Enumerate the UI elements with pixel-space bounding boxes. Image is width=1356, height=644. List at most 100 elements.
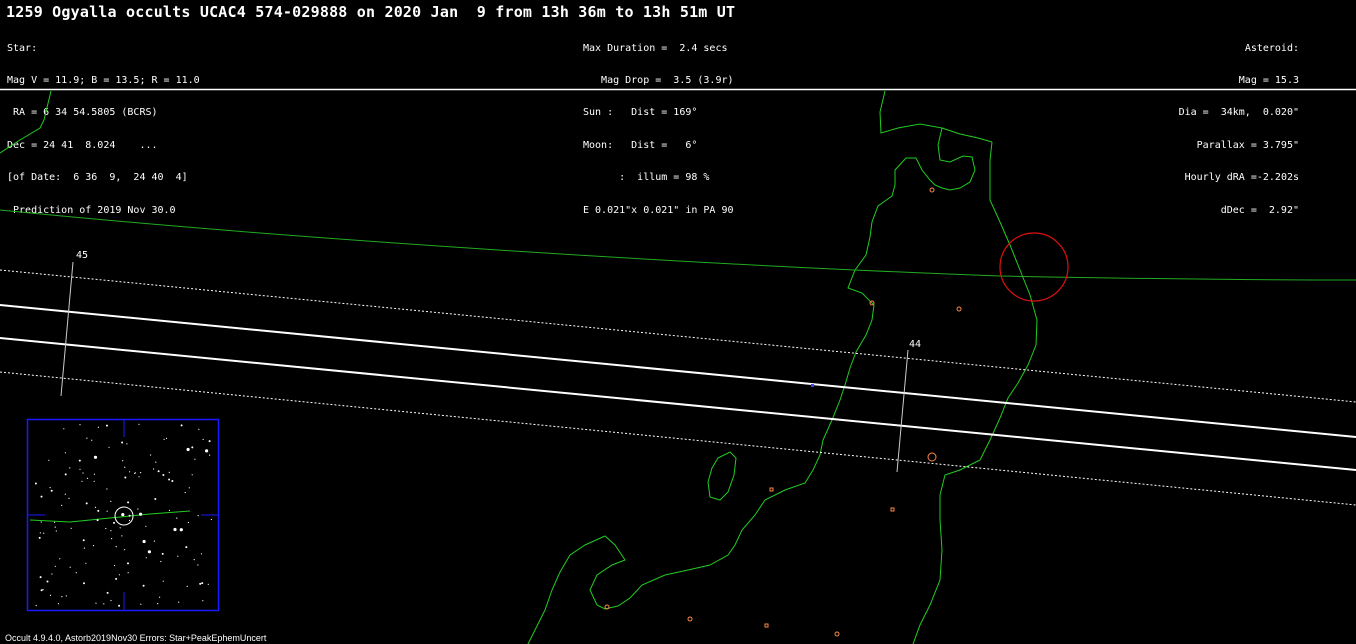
star-dot [92, 545, 95, 547]
star-dot [194, 458, 196, 460]
star-dot [97, 509, 100, 512]
star-dot [75, 572, 77, 574]
city-marker[interactable] [927, 452, 937, 462]
star-dot [64, 493, 66, 495]
star-dot [208, 440, 211, 443]
star-dot [159, 596, 161, 598]
star-dot [142, 539, 146, 544]
star-dot [201, 582, 204, 585]
star-dot [81, 480, 83, 482]
star-dot [140, 603, 142, 605]
path-edge-north [0, 304, 1356, 438]
star-dot [168, 471, 170, 473]
star-dot [63, 428, 65, 430]
star-dot [40, 589, 43, 592]
star-dot [165, 437, 168, 439]
blue-marker [811, 384, 814, 387]
occultation-map[interactable]: 45 44 [0, 0, 1356, 644]
star-dot [115, 546, 117, 548]
star-dot [57, 603, 60, 605]
star-dot [155, 461, 157, 463]
star-dot [138, 423, 140, 425]
star-dot [61, 504, 63, 506]
star-dot [61, 596, 63, 598]
star-dot [128, 519, 131, 522]
star-dot [171, 480, 174, 482]
star-dot [188, 487, 190, 489]
star-dot [43, 532, 45, 534]
star-dot [68, 497, 70, 499]
star-dot [108, 446, 110, 448]
star-dot [186, 585, 188, 588]
star-dot [150, 454, 152, 456]
star-dot [124, 549, 126, 551]
star-dot [127, 501, 130, 504]
star-dot [128, 514, 131, 517]
star-dot [177, 555, 179, 557]
star-dot [145, 525, 147, 527]
star-dot [49, 594, 52, 597]
time-tick-44 [896, 349, 909, 473]
observer-highlight-circle[interactable] [999, 232, 1069, 302]
star-dot [200, 553, 203, 555]
star-dot [209, 454, 211, 456]
star-dot [162, 474, 165, 476]
star-dot [173, 527, 177, 532]
star-dot [187, 521, 189, 524]
star-dot [138, 476, 140, 478]
star-dot [79, 424, 81, 426]
star-dot [85, 502, 88, 505]
star-dot [191, 474, 193, 476]
star-dot [50, 489, 53, 492]
star-dot [103, 603, 105, 605]
city-marker[interactable] [687, 616, 693, 622]
star-dot [91, 439, 93, 441]
star-dot [40, 495, 43, 498]
city-marker[interactable] [834, 631, 840, 637]
city-marker[interactable] [929, 187, 935, 193]
star-dot [176, 517, 178, 519]
star-dot [210, 518, 212, 521]
star-dot [106, 591, 109, 594]
star-dot [168, 509, 171, 511]
star-dot [163, 438, 165, 440]
star-dot [59, 558, 61, 560]
star-dot [78, 459, 81, 462]
star-dot [105, 527, 107, 530]
star-dot [38, 536, 41, 539]
star-dot [46, 580, 49, 583]
star-dot [83, 582, 85, 585]
star-dot [191, 446, 194, 449]
star-dot [69, 467, 71, 469]
star-dot [118, 574, 120, 576]
star-dot [40, 521, 42, 523]
city-marker[interactable] [956, 306, 962, 312]
star-dot [119, 527, 121, 529]
star-dot [160, 560, 162, 563]
star-dot [54, 521, 56, 523]
star-dot [147, 550, 151, 554]
star-chart-inset[interactable] [26, 418, 220, 612]
star-dot [110, 530, 112, 532]
star-dot [64, 473, 67, 476]
star-dot [114, 564, 116, 567]
star-dot [124, 466, 126, 468]
city-marker[interactable] [890, 507, 895, 512]
star-dot [205, 449, 209, 453]
star-dot [154, 498, 157, 500]
star-dot [82, 539, 85, 542]
star-dot [121, 513, 125, 517]
star-dot [185, 546, 188, 549]
uncertainty-limit-north [0, 269, 1356, 403]
star-dot [179, 528, 183, 532]
star-dot [93, 480, 95, 482]
star-dot [55, 530, 57, 532]
city-markers [604, 187, 962, 637]
star-dot [134, 472, 136, 474]
city-marker[interactable] [764, 623, 769, 628]
city-marker[interactable] [769, 487, 774, 492]
star-dot [110, 599, 112, 602]
coastline-northwest [0, 90, 52, 154]
star-dot [129, 471, 131, 473]
time-tick-45 [60, 261, 74, 397]
